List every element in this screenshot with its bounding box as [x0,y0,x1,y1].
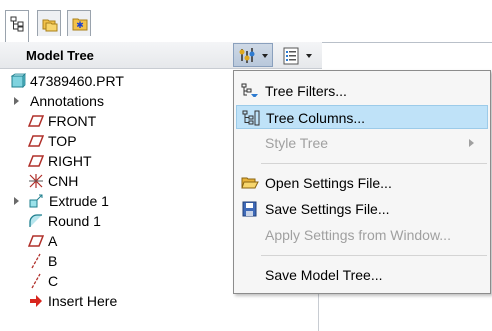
datum-axis-icon [31,253,41,269]
menu-item-label: Tree Filters... [265,83,347,99]
tab-model-tree[interactable] [5,10,29,42]
submenu-arrow-icon [469,139,474,147]
tree-node-label: Annotations [30,93,104,109]
model-tree-header: Model Tree [0,42,322,69]
tree-node-label: Insert Here [48,293,118,309]
round-icon [29,214,42,227]
tab-favorites[interactable]: ✱ [67,10,91,36]
tree-node-label: FRONT [48,113,97,129]
menu-item-label: Open Settings File... [265,175,392,191]
menu-item-save-settings[interactable]: Save Settings File... [236,197,488,221]
menu-item-label: Apply Settings from Window... [265,227,451,243]
extrude-icon [29,194,43,208]
datum-plane-icon [28,115,44,127]
tree-node-label: C [48,273,59,289]
menu-item-apply-settings: Apply Settings from Window... [236,223,488,247]
expand-arrow-icon[interactable] [14,197,19,205]
menu-item-label: Save Settings File... [265,201,390,217]
folder-browser-icon [42,19,58,32]
save-disk-icon [242,201,257,217]
chevron-down-icon [262,54,268,58]
datum-plane-icon [28,235,44,247]
menu-separator [261,255,487,256]
svg-text:✱: ✱ [76,21,84,31]
tree-filters-icon [241,83,258,97]
datum-plane-icon [28,135,44,147]
tree-node-label: TOP [48,133,77,149]
menu-separator [261,163,487,164]
menu-item-open-settings[interactable]: Open Settings File... [236,171,488,195]
part-icon [10,73,26,88]
tree-columns-icon [242,110,260,126]
tree-node-label: 47389460.PRT [30,73,124,89]
insert-here-arrow-icon [30,295,42,307]
datum-axis-icon [31,273,41,289]
coordinate-system-icon [29,174,43,188]
model-tree-icon [10,16,24,32]
settings-dropdown-button[interactable] [233,43,273,67]
navigator-tabstrip: ✱ [0,0,492,43]
open-folder-icon [241,177,259,189]
chevron-down-icon [306,54,312,58]
tree-node-label: B [48,253,58,269]
menu-item-label: Save Model Tree... [265,267,383,283]
tree-node-label: A [48,233,58,249]
show-columns-icon [283,47,299,65]
menu-item-label: Style Tree [265,135,329,151]
settings-menu: Tree Filters... Tree Columns... Style Tr… [233,70,491,294]
menu-item-save-model-tree[interactable]: Save Model Tree... [236,263,488,287]
expand-arrow-icon[interactable] [14,97,19,105]
menu-item-tree-filters[interactable]: Tree Filters... [236,79,488,103]
datum-plane-icon [28,155,44,167]
menu-item-style-tree: Style Tree [236,131,488,155]
tree-node-label: Extrude 1 [49,193,109,209]
menu-item-label: Tree Columns... [266,110,366,126]
tree-node-label: CNH [48,173,79,189]
panel-title: Model Tree [26,48,94,63]
menu-item-tree-columns[interactable]: Tree Columns... [236,105,488,129]
tab-folder-browser[interactable] [37,10,61,36]
favorites-icon: ✱ [72,18,88,31]
tree-settings-icon [239,48,255,63]
show-dropdown-button[interactable] [277,43,317,67]
tree-node-label: Round 1 [48,213,101,229]
tree-node-label: RIGHT [48,153,92,169]
